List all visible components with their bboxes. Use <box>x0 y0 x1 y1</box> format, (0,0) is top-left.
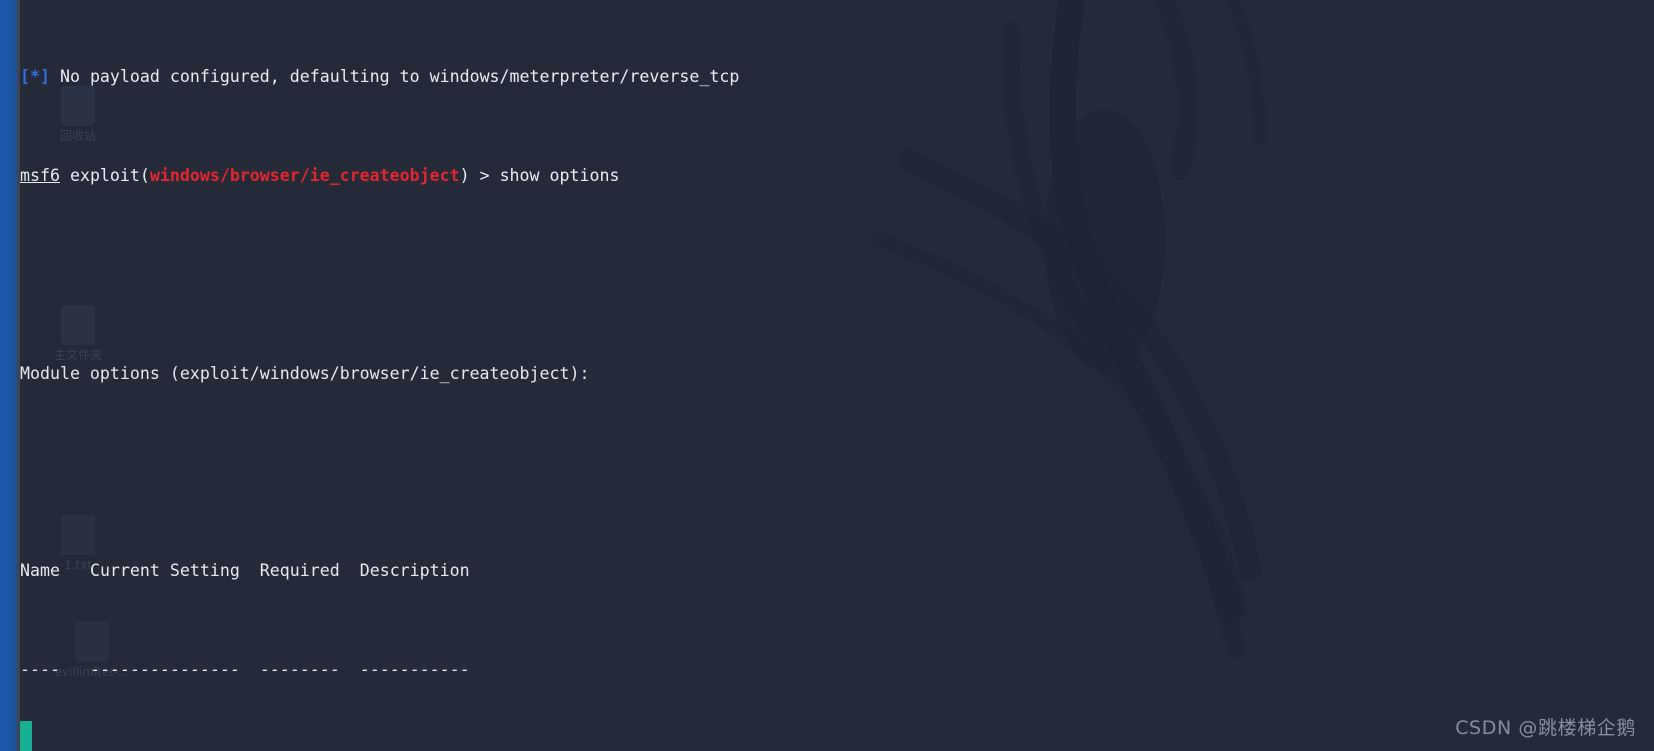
prompt-exploit-close: ) > <box>459 165 500 185</box>
col-header-setting: Current Setting <box>89 561 240 581</box>
scrollbar-thumb[interactable] <box>0 0 17 751</box>
module-options-underline-row: ---- --------------- -------- ----------… <box>20 658 1654 683</box>
terminal-window[interactable]: 回收站 主文件夹 1.txt evillimiter-... [*] No pa… <box>0 0 1654 751</box>
module-options-heading: Module options (exploit/windows/browser/… <box>20 363 590 383</box>
pad <box>60 660 90 679</box>
pad <box>340 561 360 580</box>
status-text: No payload configured, defaulting to win… <box>49 67 740 87</box>
terminal-cursor <box>20 721 32 751</box>
col-header-description: Description <box>359 561 470 581</box>
underline-description: ----------- <box>359 659 470 679</box>
col-header-name: Name <box>20 561 60 581</box>
status-prefix: [*] <box>20 67 50 87</box>
underline-required: -------- <box>259 659 340 679</box>
prompt-command: show options <box>499 165 620 185</box>
pad <box>240 561 260 580</box>
vertical-scrollbar[interactable] <box>0 0 17 751</box>
terminal-output: [*] No payload configured, defaulting to… <box>20 0 1654 751</box>
prompt-module-path: windows/browser/ie_createobject <box>149 165 460 185</box>
pad <box>340 660 360 679</box>
col-header-required: Required <box>259 561 340 581</box>
csdn-watermark: CSDN @跳楼梯企鹅 <box>1455 717 1636 740</box>
prompt-exploit-open: exploit( <box>59 165 150 185</box>
underline-name: ---- <box>20 659 60 679</box>
module-options-header-row: Name Current Setting Required Descriptio… <box>20 559 1654 584</box>
pad <box>60 561 90 580</box>
pad <box>240 660 260 679</box>
prompt-line[interactable]: msf6 exploit(windows/browser/ie_createob… <box>20 164 1654 189</box>
scrollbar-divider <box>17 0 20 751</box>
status-line: [*] No payload configured, defaulting to… <box>20 65 1654 90</box>
prompt-user: msf6 <box>20 165 60 185</box>
underline-setting: --------------- <box>89 659 240 679</box>
